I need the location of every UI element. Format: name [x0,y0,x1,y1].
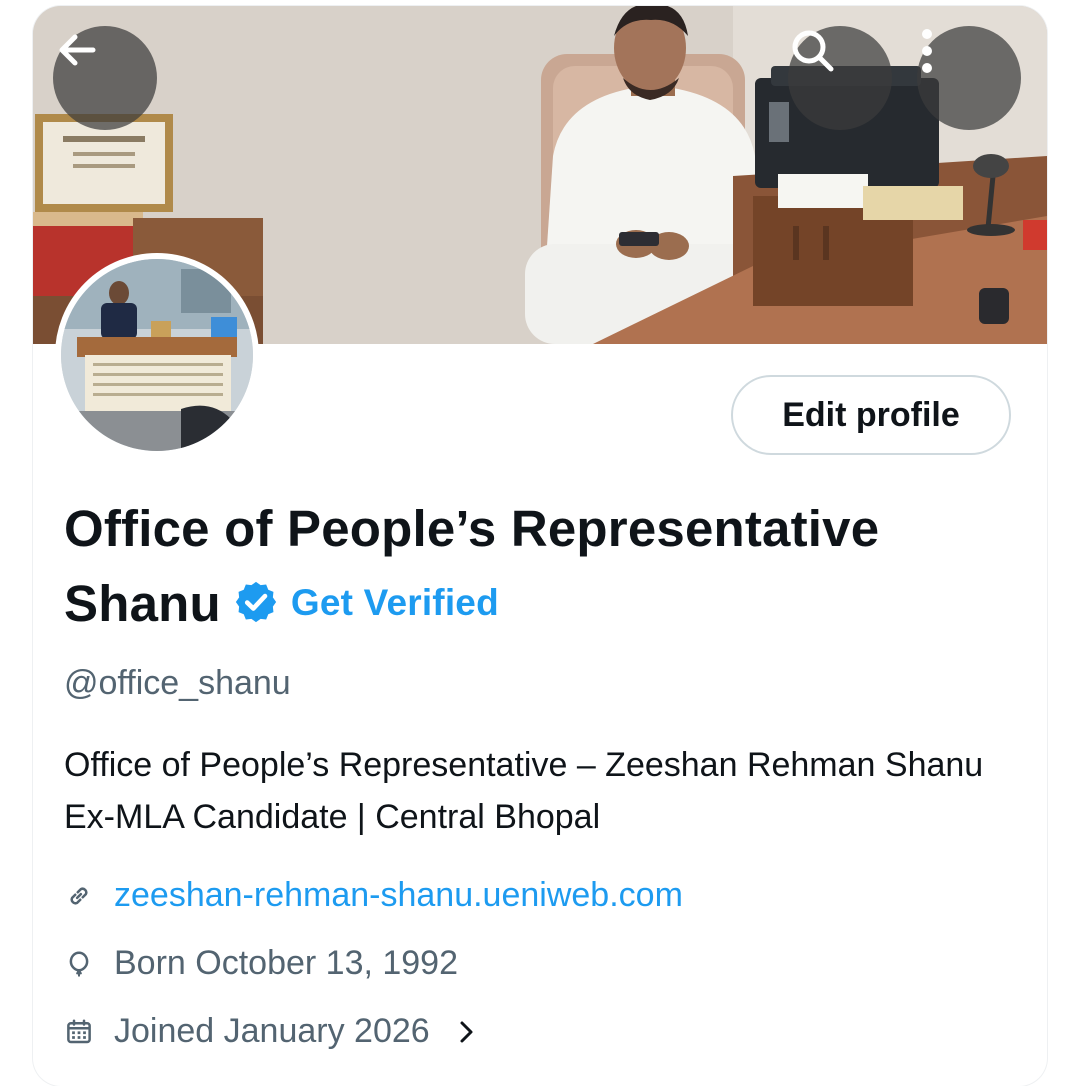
arrow-left-icon [59,34,96,66]
balloon-icon [69,950,89,976]
search-button[interactable] [788,26,892,130]
calendar-icon [67,1019,91,1043]
verified-badge-icon [235,581,276,623]
birthday-text: Born October 13, 1992 [114,944,459,982]
profile-bio: Office of People’s Representative – Zees… [64,746,984,836]
display-name-line1: Office of People’s Representative [64,500,880,557]
more-options-button[interactable] [917,26,1021,130]
search-icon [792,30,834,72]
profile-card: Edit profile Office of People’s Represen… [33,6,1047,1086]
profile-display-name: Office of People’s Representative Shanu … [64,492,1024,641]
get-verified-link[interactable]: Get Verified [291,582,499,623]
back-button[interactable] [53,26,157,130]
joined-row[interactable]: Joined January 2026 [64,1012,478,1051]
website-link[interactable]: zeeshan-rehman-shanu.ueniweb.com [114,876,683,915]
website-row: zeeshan-rehman-shanu.ueniweb.com [64,876,683,915]
joined-text: Joined January 2026 [114,1012,430,1050]
birthday-row: Born October 13, 1992 [64,944,458,983]
chevron-right-icon[interactable] [456,1017,478,1047]
edit-profile-button[interactable]: Edit profile [731,375,1011,455]
link-icon [70,887,88,904]
avatar[interactable] [55,253,259,457]
display-name-line2: Shanu [64,575,221,632]
more-vertical-icon [922,29,932,73]
profile-handle: @office_shanu [64,664,291,702]
avatar-photo [61,259,253,451]
